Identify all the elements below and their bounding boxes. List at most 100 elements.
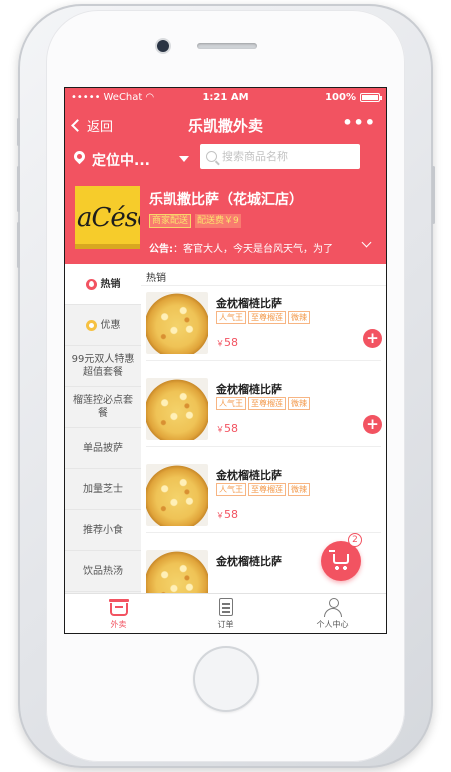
sidebar-item-extra-cheese[interactable]: 加量芝士 xyxy=(65,469,141,510)
product-price: ￥58 xyxy=(216,336,238,349)
notice-label: 公告: xyxy=(149,244,173,255)
list-item[interactable]: 金枕榴梿比萨 人气王 至尊榴莲 微辣 ￥58 + xyxy=(146,378,382,440)
phone-side-button xyxy=(17,118,20,146)
sidebar-item-label: 热销 xyxy=(100,278,121,290)
product-name: 金枕榴梿比萨 xyxy=(216,297,282,310)
product-tag: 至尊榴莲 xyxy=(248,397,286,410)
add-to-cart-button[interactable]: + xyxy=(363,329,382,348)
product-tags: 人气王 至尊榴莲 微辣 xyxy=(216,311,310,324)
currency-symbol: ￥ xyxy=(216,339,224,348)
product-tag: 人气王 xyxy=(216,483,246,496)
cart-icon xyxy=(329,550,349,570)
order-icon xyxy=(218,598,233,616)
sidebar-item-label: 99元双人特惠超值套餐 xyxy=(71,354,135,378)
cart-button[interactable] xyxy=(321,541,361,581)
sidebar-item-drinks[interactable]: 饮品热汤 xyxy=(65,551,141,592)
cart-count-badge: 2 xyxy=(348,533,362,547)
tab-label: 外卖 xyxy=(110,620,127,629)
section-title: 热销 xyxy=(141,264,386,286)
shop-tags: 商家配送 配送费￥9 xyxy=(149,214,241,228)
currency-symbol: ￥ xyxy=(216,511,224,520)
product-tags: 人气王 至尊榴莲 微辣 xyxy=(216,397,310,410)
product-tag: 人气王 xyxy=(216,311,246,324)
divider xyxy=(146,360,381,361)
discount-icon xyxy=(85,319,97,331)
caret-down-icon[interactable] xyxy=(179,156,189,162)
category-sidebar: 热销 优惠 99元双人特惠超值套餐 榴莲控必点套餐 单品披萨 加量芝士 推荐小食 xyxy=(65,264,141,593)
sidebar-item-combo-99[interactable]: 99元双人特惠超值套餐 xyxy=(65,346,141,387)
tab-profile[interactable]: 个人中心 xyxy=(279,594,386,633)
product-tag: 微辣 xyxy=(288,483,310,496)
product-tag: 微辣 xyxy=(288,397,310,410)
product-name: 金枕榴梿比萨 xyxy=(216,555,282,568)
product-name: 金枕榴梿比萨 xyxy=(216,383,282,396)
home-button[interactable] xyxy=(193,646,259,712)
shop-header: aCése 乐凯撒比萨（花城汇店） 商家配送 配送费￥9 公告:：客官大人，今天… xyxy=(65,177,386,264)
phone-volume-down-button xyxy=(17,222,20,268)
chevron-down-icon[interactable] xyxy=(361,237,372,248)
tab-bar: 外卖 订单 个人中心 xyxy=(65,593,386,633)
location-bar: 定位中... xyxy=(65,141,386,177)
product-tag: 至尊榴莲 xyxy=(248,483,286,496)
tab-orders[interactable]: 订单 xyxy=(172,594,279,633)
sidebar-item-label: 单品披萨 xyxy=(83,442,123,454)
location-pin-icon xyxy=(71,148,88,165)
tab-label: 订单 xyxy=(217,620,234,629)
earpiece-speaker xyxy=(197,43,257,49)
pizza-image xyxy=(146,464,208,526)
divider xyxy=(146,532,381,533)
status-bar: ••••• WeChat ◠ 1:21 AM 100% xyxy=(65,88,386,107)
list-item[interactable]: 金枕榴梿比萨 人气王 至尊榴莲 微辣 ￥58 xyxy=(146,464,381,526)
search-box[interactable] xyxy=(200,144,360,169)
product-tag: 至尊榴莲 xyxy=(248,311,286,324)
notice-text: ：客官大人，今天是台风天气，为了 xyxy=(173,244,333,255)
product-tags: 人气王 至尊榴莲 微辣 xyxy=(216,483,310,496)
currency-symbol: ￥ xyxy=(216,425,224,434)
price-value: 58 xyxy=(224,336,238,349)
price-value: 58 xyxy=(224,508,238,521)
list-item[interactable]: 金枕榴梿比萨 人气王 至尊榴莲 微辣 ￥58 + xyxy=(146,292,382,354)
delivery-fee-tag: 配送费￥9 xyxy=(195,214,241,228)
sidebar-item-hot[interactable]: 热销 xyxy=(65,264,141,305)
search-icon xyxy=(206,151,217,162)
sidebar-item-label: 优惠 xyxy=(100,319,121,331)
takeout-icon xyxy=(108,599,129,616)
sidebar-item-label: 推荐小食 xyxy=(83,524,123,536)
pizza-image xyxy=(146,550,208,593)
front-camera xyxy=(157,40,169,52)
shop-notice[interactable]: 公告:：客官大人，今天是台风天气，为了 xyxy=(149,240,359,255)
shop-logo: aCése xyxy=(75,186,140,249)
shop-logo-text: aCése xyxy=(77,203,140,233)
phone-volume-up-button xyxy=(17,166,20,212)
pizza-image xyxy=(146,292,208,354)
status-battery: 100% xyxy=(325,92,382,103)
product-tag: 微辣 xyxy=(288,311,310,324)
sidebar-item-snacks[interactable]: 推荐小食 xyxy=(65,510,141,551)
location-selector[interactable]: 定位中... xyxy=(92,150,150,170)
more-menu-button[interactable]: ••• xyxy=(342,113,376,132)
battery-percent: 100% xyxy=(325,92,356,103)
page-title: 乐凯撒外卖 xyxy=(187,117,263,135)
nav-bar: 返回 乐凯撒外卖 ••• xyxy=(65,107,386,141)
hot-icon xyxy=(85,278,97,290)
product-price: ￥58 xyxy=(216,422,238,435)
battery-icon xyxy=(360,93,382,102)
sidebar-item-single-pizza[interactable]: 单品披萨 xyxy=(65,428,141,469)
tab-takeout[interactable]: 外卖 xyxy=(65,594,172,633)
sidebar-item-discount[interactable]: 优惠 xyxy=(65,305,141,346)
sidebar-item-durian-combo[interactable]: 榴莲控必点套餐 xyxy=(65,387,141,428)
delivery-tag: 商家配送 xyxy=(149,214,192,228)
app-screen: ••••• WeChat ◠ 1:21 AM 100% 返回 乐凯撒外卖 •••… xyxy=(65,88,386,633)
sidebar-item-label: 加量芝士 xyxy=(83,483,123,495)
divider xyxy=(146,446,381,447)
phone-power-button xyxy=(432,166,435,224)
add-to-cart-button[interactable]: + xyxy=(363,415,382,434)
shop-name: 乐凯撒比萨（花城汇店） xyxy=(149,192,303,208)
tab-label: 个人中心 xyxy=(316,620,349,629)
search-input[interactable] xyxy=(222,150,347,163)
sidebar-item-label: 榴莲控必点套餐 xyxy=(73,395,133,419)
product-name: 金枕榴梿比萨 xyxy=(216,469,282,482)
product-price: ￥58 xyxy=(216,508,238,521)
shop-logo-strip xyxy=(75,244,140,249)
pizza-image xyxy=(146,378,208,440)
